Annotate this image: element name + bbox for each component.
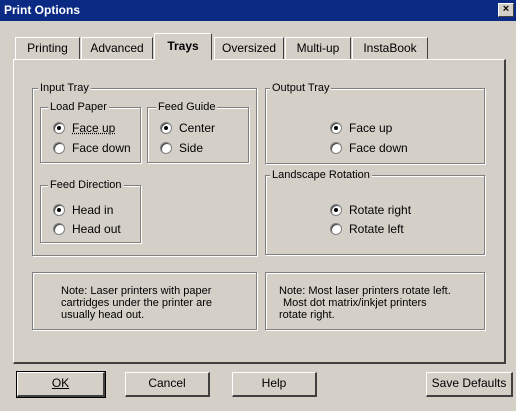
note-line: Note: Most laser printers rotate left. [279,285,451,297]
radio-label: Head out [72,222,121,236]
radio-button-checked[interactable] [160,122,172,134]
close-button[interactable]: × [498,3,514,17]
button-label: Save Defaults [431,376,507,390]
button-label: Help [261,376,287,390]
tab-instabook[interactable]: InstaBook [352,37,428,59]
tab-label: Multi-up [296,41,340,55]
left-note-text: Note: Laser printers with paper cartridg… [61,285,212,321]
radio-button[interactable] [330,223,342,235]
note-line: usually head out. [61,309,145,321]
tab-label: Printing [27,41,68,55]
note-line: rotate right. [279,309,335,321]
radio-button-checked[interactable] [53,122,65,134]
load-paper-legend: Load Paper [48,101,109,114]
output-tray-legend: Output Tray [270,82,332,95]
button-label: Cancel [148,376,186,390]
landscape-rotation-legend: Landscape Rotation [270,169,372,182]
title-bar: Print Options × [0,0,516,21]
radio-label: Rotate left [349,222,404,236]
close-icon: × [502,3,510,15]
radio-button-checked[interactable] [330,204,342,216]
radio-label: Head in [72,203,114,217]
feed-guide-legend: Feed Guide [156,101,218,114]
tab-printing[interactable]: Printing [15,37,80,59]
note-line: Note: Laser printers with paper [61,285,212,297]
help-button[interactable]: Help [232,372,317,397]
tab-label: InstaBook [363,41,417,55]
tab-label: Advanced [90,41,144,55]
tab-advanced[interactable]: Advanced [81,37,153,59]
radio-button-checked[interactable] [330,122,342,134]
radio-button[interactable] [53,142,65,154]
radio-button[interactable] [330,142,342,154]
radio-label: Side [179,141,204,155]
radio-button[interactable] [53,223,65,235]
window-title: Print Options [4,3,80,17]
tab-label: Trays [167,39,199,53]
right-note-text: Note: Most laser printers rotate left. M… [279,285,451,321]
cancel-button[interactable]: Cancel [125,372,210,397]
radio-label: Center [179,121,216,135]
radio-button[interactable] [160,142,172,154]
ok-button[interactable]: OK [16,371,106,398]
input-tray-legend: Input Tray [38,82,91,95]
radio-label: Face up [72,121,116,135]
tab-multi-up[interactable]: Multi-up [285,37,351,59]
radio-label: Rotate right [349,203,412,217]
radio-button-checked[interactable] [53,204,65,216]
radio-label: Face down [349,141,408,155]
tab-label: Oversized [221,41,277,55]
note-line: cartridges under the printer are [61,297,213,309]
save-defaults-button[interactable]: Save Defaults [426,372,513,397]
radio-label: Face up [349,121,393,135]
button-label: OK [51,376,70,390]
note-line: Most dot matrix/inkjet printers [283,297,427,309]
radio-label: Face down [72,141,131,155]
feed-direction-legend: Feed Direction [48,179,124,192]
tab-oversized[interactable]: Oversized [214,37,284,59]
tab-trays[interactable]: Trays [154,33,212,60]
